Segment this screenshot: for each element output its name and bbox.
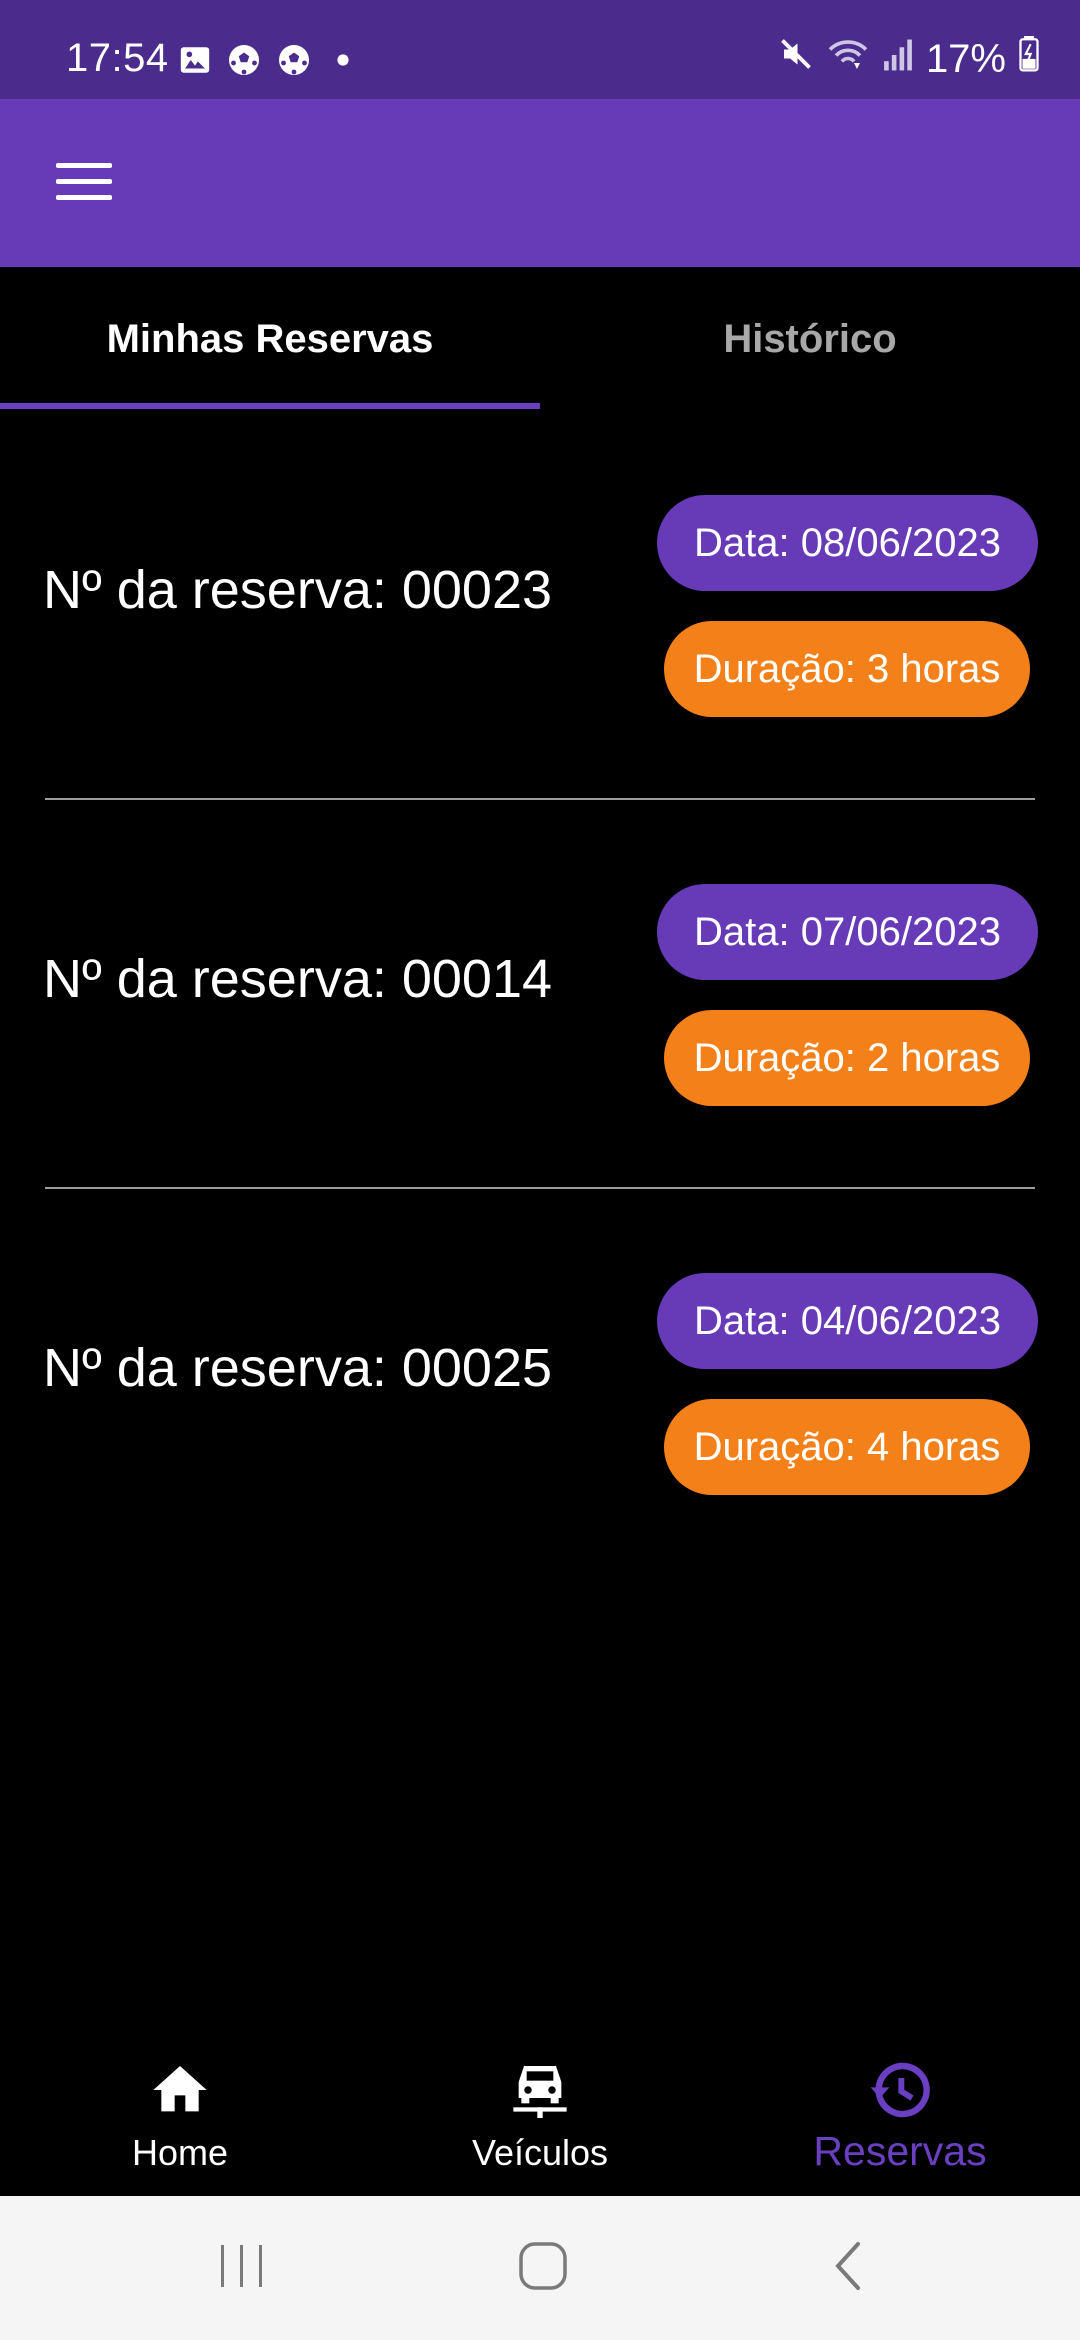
tab-indicator: [0, 403, 540, 409]
recents-icon: [217, 2243, 267, 2294]
duration-chip: Duração: 2 horas: [664, 1010, 1030, 1106]
menu-button[interactable]: [40, 151, 128, 215]
soccer-ball-icon: [276, 42, 312, 83]
reservations-screen: 17:54 17% Minhas Reservas Histórico Nº d…: [0, 0, 1080, 2340]
nav-item-reservas[interactable]: Reservas: [720, 2040, 1080, 2196]
dot-icon: [336, 53, 350, 72]
system-home-button[interactable]: [503, 2236, 583, 2300]
reservation-list: Nº da reserva: 00023 Data: 08/06/2023 Du…: [0, 411, 1080, 1578]
reservation-number: Nº da reserva: 00023: [43, 560, 553, 620]
nav-label-reservas: Reservas: [813, 2128, 987, 2174]
soccer-ball-icon: [226, 42, 262, 83]
back-button[interactable]: [808, 2236, 888, 2300]
car-icon: [508, 2058, 572, 2122]
reservation-number: Nº da reserva: 00025: [43, 1338, 553, 1398]
home-circle-icon: [517, 2240, 569, 2297]
bottom-navigation: Home Veículos Reservas: [0, 2040, 1080, 2196]
duration-chip: Duração: 4 horas: [664, 1399, 1030, 1495]
tab-historico[interactable]: Histórico: [540, 267, 1080, 411]
nav-item-veiculos[interactable]: Veículos: [360, 2040, 720, 2196]
app-bar: [0, 99, 1080, 267]
date-chip: Data: 07/06/2023: [657, 884, 1038, 980]
signal-icon: [882, 37, 914, 82]
duration-chip: Duração: 3 horas: [664, 621, 1030, 717]
home-icon: [148, 2058, 212, 2122]
system-navigation-bar: [0, 2196, 1080, 2340]
notification-icons: [178, 42, 350, 83]
wifi-icon: [826, 36, 870, 82]
date-chip: Data: 04/06/2023: [657, 1273, 1038, 1369]
nav-label-veiculos: Veículos: [471, 2132, 609, 2173]
tab-bar: Minhas Reservas Histórico: [0, 267, 1080, 411]
hamburger-menu-icon: [56, 161, 112, 206]
nav-item-home[interactable]: Home: [0, 2040, 360, 2196]
list-item[interactable]: Nº da reserva: 00025 Data: 04/06/2023 Du…: [0, 1189, 1080, 1578]
reservation-number: Nº da reserva: 00014: [43, 949, 553, 1009]
list-item[interactable]: Nº da reserva: 00023 Data: 08/06/2023 Du…: [0, 411, 1080, 800]
image-icon: [178, 43, 212, 82]
list-item[interactable]: Nº da reserva: 00014 Data: 07/06/2023 Du…: [0, 800, 1080, 1189]
back-icon: [830, 2240, 866, 2297]
battery-percent: 17%: [925, 36, 1006, 81]
date-chip: Data: 08/06/2023: [657, 495, 1038, 591]
mute-icon: [778, 36, 814, 82]
system-status-icons: 17%: [778, 36, 1040, 82]
recents-button[interactable]: [202, 2236, 282, 2300]
battery-charging-icon: [1018, 36, 1040, 82]
nav-label-home: Home: [131, 2132, 229, 2173]
tab-minhas-reservas[interactable]: Minhas Reservas: [0, 267, 540, 411]
status-time: 17:54: [66, 36, 169, 80]
status-bar: 17:54 17%: [0, 0, 1080, 99]
history-icon: [868, 2058, 932, 2122]
